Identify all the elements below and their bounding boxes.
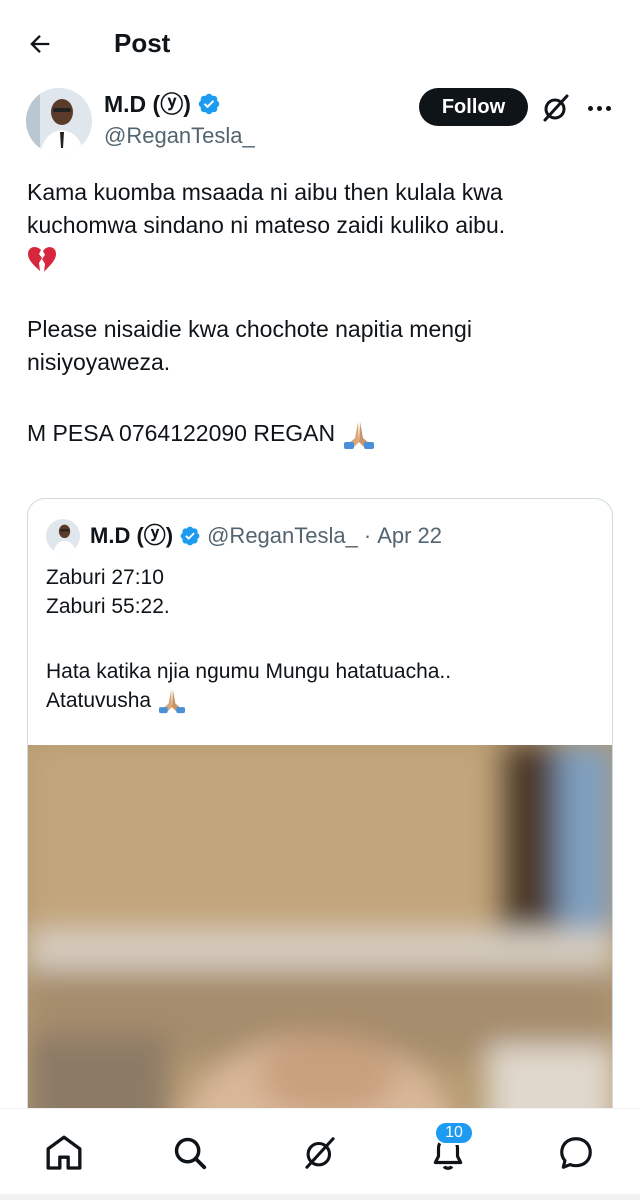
grok-icon <box>305 1137 335 1169</box>
page-title: Post <box>114 28 171 58</box>
quoted-text-line: Atatuvusha <box>46 686 596 715</box>
arrow-left-icon <box>30 35 50 53</box>
post-page: Post M.D (ⓨ) @ReganTesla_ Follow Kama ku… <box>0 0 640 1200</box>
quoted-date: Apr 22 <box>377 523 443 548</box>
top-bar: Post <box>0 0 640 84</box>
back-button[interactable] <box>22 26 58 62</box>
post-text-line: Kama kuomba msaada ni aibu then kulala k… <box>27 179 506 238</box>
grok-icon[interactable] <box>540 92 572 124</box>
author-handle[interactable]: @ReganTesla_ <box>104 122 255 150</box>
broken-heart-emoji <box>28 246 56 272</box>
home-icon <box>46 1135 82 1170</box>
post-text-line: M PESA 0764122090 REGAN <box>27 417 617 450</box>
separator-dot: · <box>363 523 372 548</box>
quoted-text-line: Hata katika njia ngumu Mungu hatatuacha.… <box>46 660 452 683</box>
verified-badge-icon <box>180 526 200 546</box>
system-nav-bar <box>0 1194 640 1200</box>
verified-badge-icon <box>198 93 220 115</box>
nav-search[interactable] <box>168 1131 212 1175</box>
post-text-line: Please nisaidie kwa chochote napitia men… <box>27 316 472 375</box>
quoted-author-handle: @ReganTesla_ <box>207 523 358 548</box>
quoted-text-line: Zaburi 27:10 <box>46 566 164 589</box>
follow-button[interactable]: Follow <box>419 88 528 126</box>
more-options-icon[interactable] <box>582 92 616 124</box>
post-author: M.D (ⓨ) @ReganTesla_ Follow <box>0 84 640 160</box>
author-name[interactable]: M.D (ⓨ) <box>104 90 191 118</box>
quoted-header: M.D (ⓨ) @ReganTesla_ · Apr 22 <box>90 521 442 551</box>
quoted-text-line: Zaburi 55:22. <box>46 595 170 618</box>
notification-count-badge: 10 <box>434 1121 474 1145</box>
nav-messages[interactable] <box>554 1131 598 1175</box>
nav-grok[interactable] <box>298 1131 342 1175</box>
avatar[interactable] <box>26 88 92 154</box>
post-body: Kama kuomba msaada ni aibu then kulala k… <box>27 176 617 450</box>
quoted-media-image[interactable] <box>28 745 612 1137</box>
folded-hands-emoji <box>343 421 374 449</box>
folded-hands-emoji <box>158 690 185 714</box>
messages-icon <box>560 1137 592 1169</box>
author-name-row: M.D (ⓨ) <box>104 90 221 118</box>
search-icon <box>174 1137 207 1170</box>
quoted-post[interactable]: M.D (ⓨ) @ReganTesla_ · Apr 22 Zaburi 27:… <box>27 498 613 1138</box>
quoted-author-name: M.D (ⓨ) <box>90 523 174 548</box>
quoted-body: Zaburi 27:10 Zaburi 55:22. Hata katika n… <box>46 563 596 715</box>
quoted-avatar <box>46 519 80 553</box>
bottom-navigation: 10 <box>0 1108 640 1200</box>
nav-home[interactable] <box>42 1131 86 1175</box>
